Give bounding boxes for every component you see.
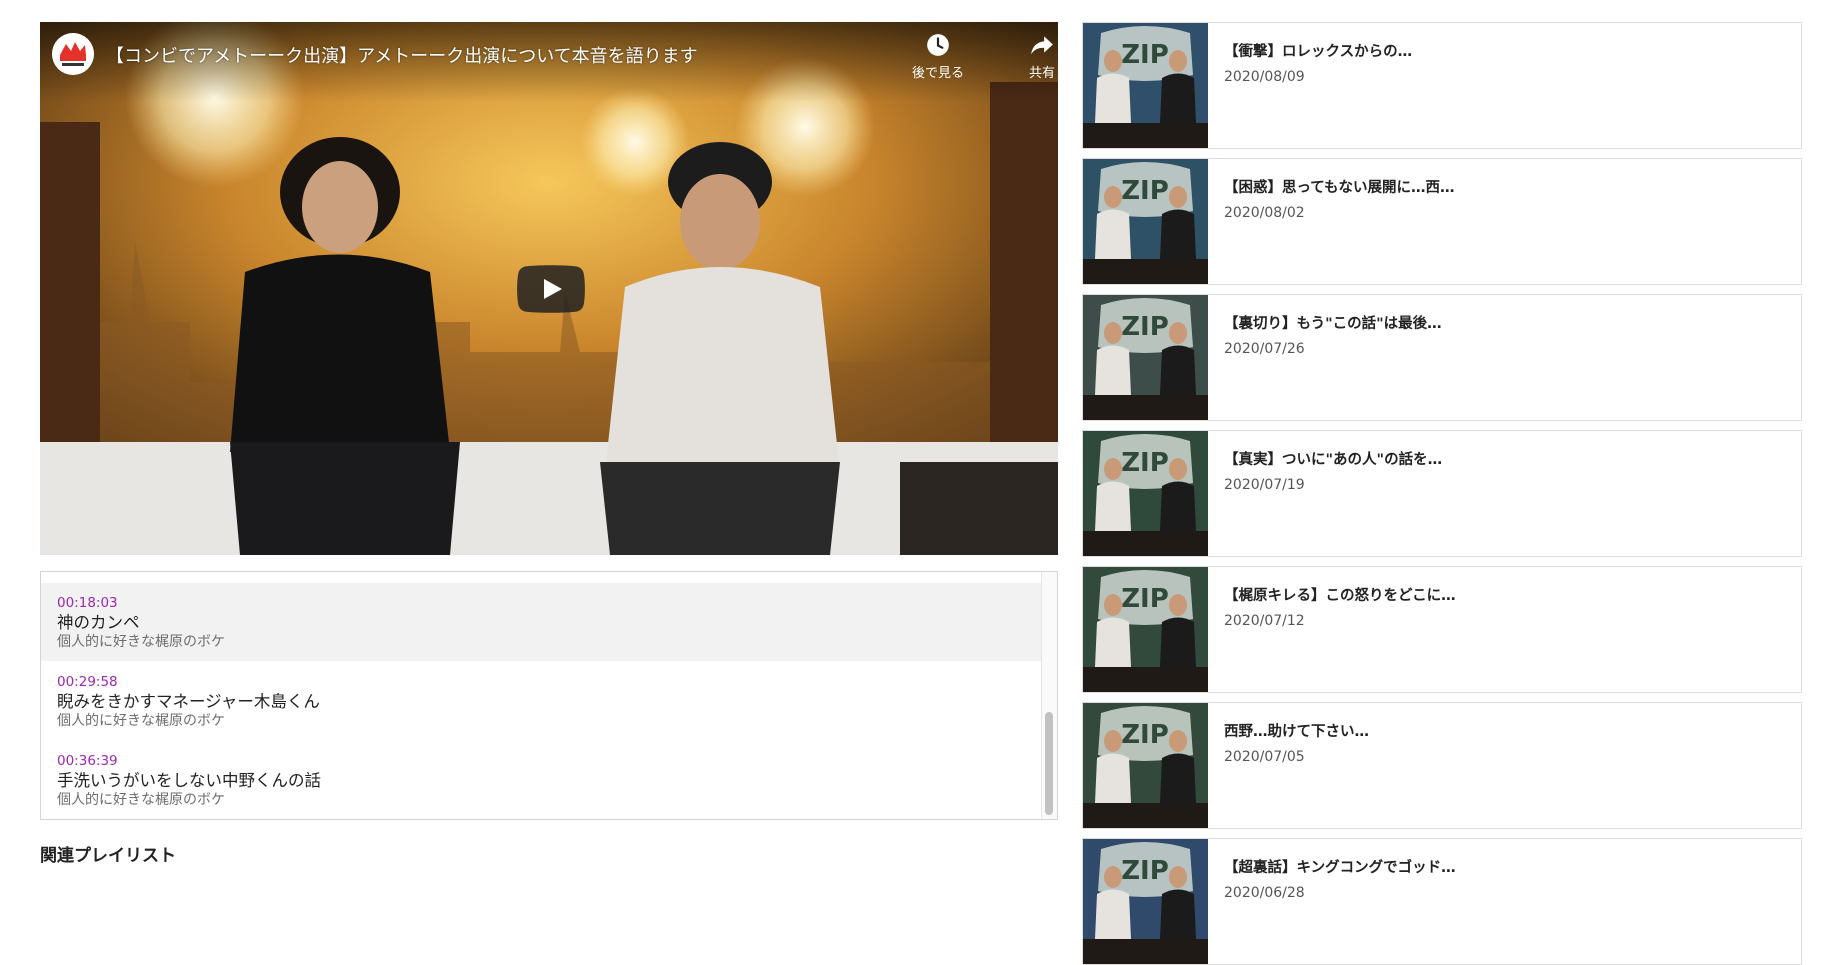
- side-video-card[interactable]: ZIP 【梶原キレる】この怒りをどこに… 2020/07/12: [1082, 566, 1802, 693]
- side-video-title[interactable]: 【困惑】思ってもない展開に…西…: [1224, 176, 1455, 197]
- side-video-date: 2020/07/26: [1224, 341, 1305, 357]
- chapter-note: 個人的に好きな梶原のボケ: [57, 713, 225, 729]
- side-video-card[interactable]: ZIP 【困惑】思ってもない展開に…西… 2020/08/02: [1082, 158, 1802, 285]
- chapter-item[interactable]: 00:29:58 睨みをきかすマネージャー木島くん 個人的に好きな梶原のボケ: [41, 662, 1043, 740]
- chapter-scrollbar-thumb[interactable]: [1045, 712, 1053, 815]
- video-thumbnail[interactable]: ZIP: [1083, 23, 1208, 148]
- clock-icon: [927, 34, 949, 56]
- side-video-date: 2020/06/28: [1224, 885, 1305, 901]
- chapter-title: 神のカンペ: [57, 613, 140, 632]
- play-icon[interactable]: [517, 265, 585, 313]
- chapter-title: 手洗いうがいをしない中野くんの話: [57, 771, 321, 790]
- side-video-title[interactable]: 西野…助けて下さい…: [1224, 720, 1369, 741]
- chapter-timestamp[interactable]: 00:29:58: [57, 674, 1043, 691]
- side-video-title[interactable]: 【超裏話】キングコングでゴッド…: [1224, 856, 1456, 877]
- video-thumbnail[interactable]: ZIP: [1083, 295, 1208, 420]
- chapter-title: 睨みをきかすマネージャー木島くん: [57, 692, 320, 711]
- thumbnail-logo-text: ZIP: [1121, 40, 1169, 70]
- side-video-date: 2020/07/05: [1224, 749, 1305, 765]
- video-thumbnail[interactable]: ZIP: [1083, 431, 1208, 556]
- watch-later-button[interactable]: 後で見る: [912, 32, 964, 81]
- thumbnail-logo-text: ZIP: [1121, 176, 1169, 206]
- related-playlist-heading: 関連プレイリスト: [40, 846, 176, 866]
- video-thumbnail[interactable]: ZIP: [1083, 159, 1208, 284]
- share-button[interactable]: 共有: [1029, 32, 1055, 81]
- thumbnail-image: ZIP: [1083, 839, 1208, 964]
- video-thumbnail[interactable]: ZIP: [1083, 703, 1208, 828]
- thumbnail-logo-text: ZIP: [1121, 584, 1169, 614]
- thumbnail-image: ZIP: [1083, 295, 1208, 420]
- share-arrow-icon: [1031, 36, 1053, 55]
- side-video-card[interactable]: ZIP 【裏切り】もう"この話"は最後… 2020/07/26: [1082, 294, 1802, 421]
- side-video-card[interactable]: ZIP 【真実】ついに"あの人"の話を… 2020/07/19: [1082, 430, 1802, 557]
- chapter-note: 個人的に好きな梶原のボケ: [57, 792, 225, 808]
- side-video-title[interactable]: 【衝撃】ロレックスからの…: [1224, 40, 1412, 61]
- video-thumbnail[interactable]: ZIP: [1083, 839, 1208, 964]
- thumbnail-image: ZIP: [1083, 159, 1208, 284]
- video-title[interactable]: 【コンビでアメトーーク出演】アメトーーク出演について本音を語ります: [106, 42, 698, 68]
- chapter-item[interactable]: 00:18:03 神のカンペ個人的に好きな梶原のボケ: [41, 583, 1043, 661]
- side-video-title[interactable]: 【裏切り】もう"この話"は最後…: [1224, 312, 1442, 333]
- chapter-scrollbar[interactable]: [1041, 572, 1057, 819]
- side-video-date: 2020/07/12: [1224, 613, 1305, 629]
- side-video-card[interactable]: ZIP 西野…助けて下さい… 2020/07/05: [1082, 702, 1802, 829]
- video-thumbnail[interactable]: ZIP: [1083, 567, 1208, 692]
- side-video-date: 2020/08/09: [1224, 69, 1305, 85]
- chapter-timestamp[interactable]: 00:36:39: [57, 753, 1043, 770]
- side-video-card[interactable]: ZIP 【超裏話】キングコングでゴッド… 2020/06/28: [1082, 838, 1802, 965]
- thumbnail-image: ZIP: [1083, 431, 1208, 556]
- thumbnail-logo-text: ZIP: [1121, 448, 1169, 478]
- chapter-list[interactable]: 00:18:03 神のカンペ 個人的に好きな梶原のボケ 00:29:58 睨みをきかすマ…: [40, 571, 1058, 820]
- thumbnail-logo-text: ZIP: [1121, 856, 1169, 886]
- side-video-card[interactable]: ZIP 【衝撃】ロレックスからの… 2020/08/09: [1082, 22, 1802, 149]
- channel-avatar[interactable]: [52, 33, 94, 75]
- thumbnail-image: ZIP: [1083, 23, 1208, 148]
- share-label: 共有: [1029, 66, 1056, 81]
- watch-later-label: 後で見る: [912, 66, 965, 81]
- thumbnail-image: ZIP: [1083, 703, 1208, 828]
- video-player[interactable]: 【コンビでアメトーーク出演】アメトーーク出演について本音を語ります 後で見る 共…: [40, 22, 1058, 555]
- chapter-note: 個人的に好きな梶原のボケ: [57, 634, 225, 650]
- chapter-item[interactable]: 00:36:39 手洗いうがいをしない中野くんの話 個人的に好きな梶原のボケ: [41, 741, 1043, 819]
- chapter-timestamp[interactable]: 00:18:03: [57, 595, 1043, 612]
- side-video-title[interactable]: 【梶原キレる】この怒りをどこに…: [1224, 584, 1456, 605]
- thumbnail-image: ZIP: [1083, 567, 1208, 692]
- thumbnail-logo-text: ZIP: [1121, 720, 1169, 750]
- side-video-title[interactable]: 【真実】ついに"あの人"の話を…: [1224, 448, 1442, 469]
- side-video-date: 2020/08/02: [1224, 205, 1305, 221]
- thumbnail-logo-text: ZIP: [1121, 312, 1169, 342]
- channel-logo-icon: [52, 33, 94, 75]
- side-video-date: 2020/07/19: [1224, 477, 1305, 493]
